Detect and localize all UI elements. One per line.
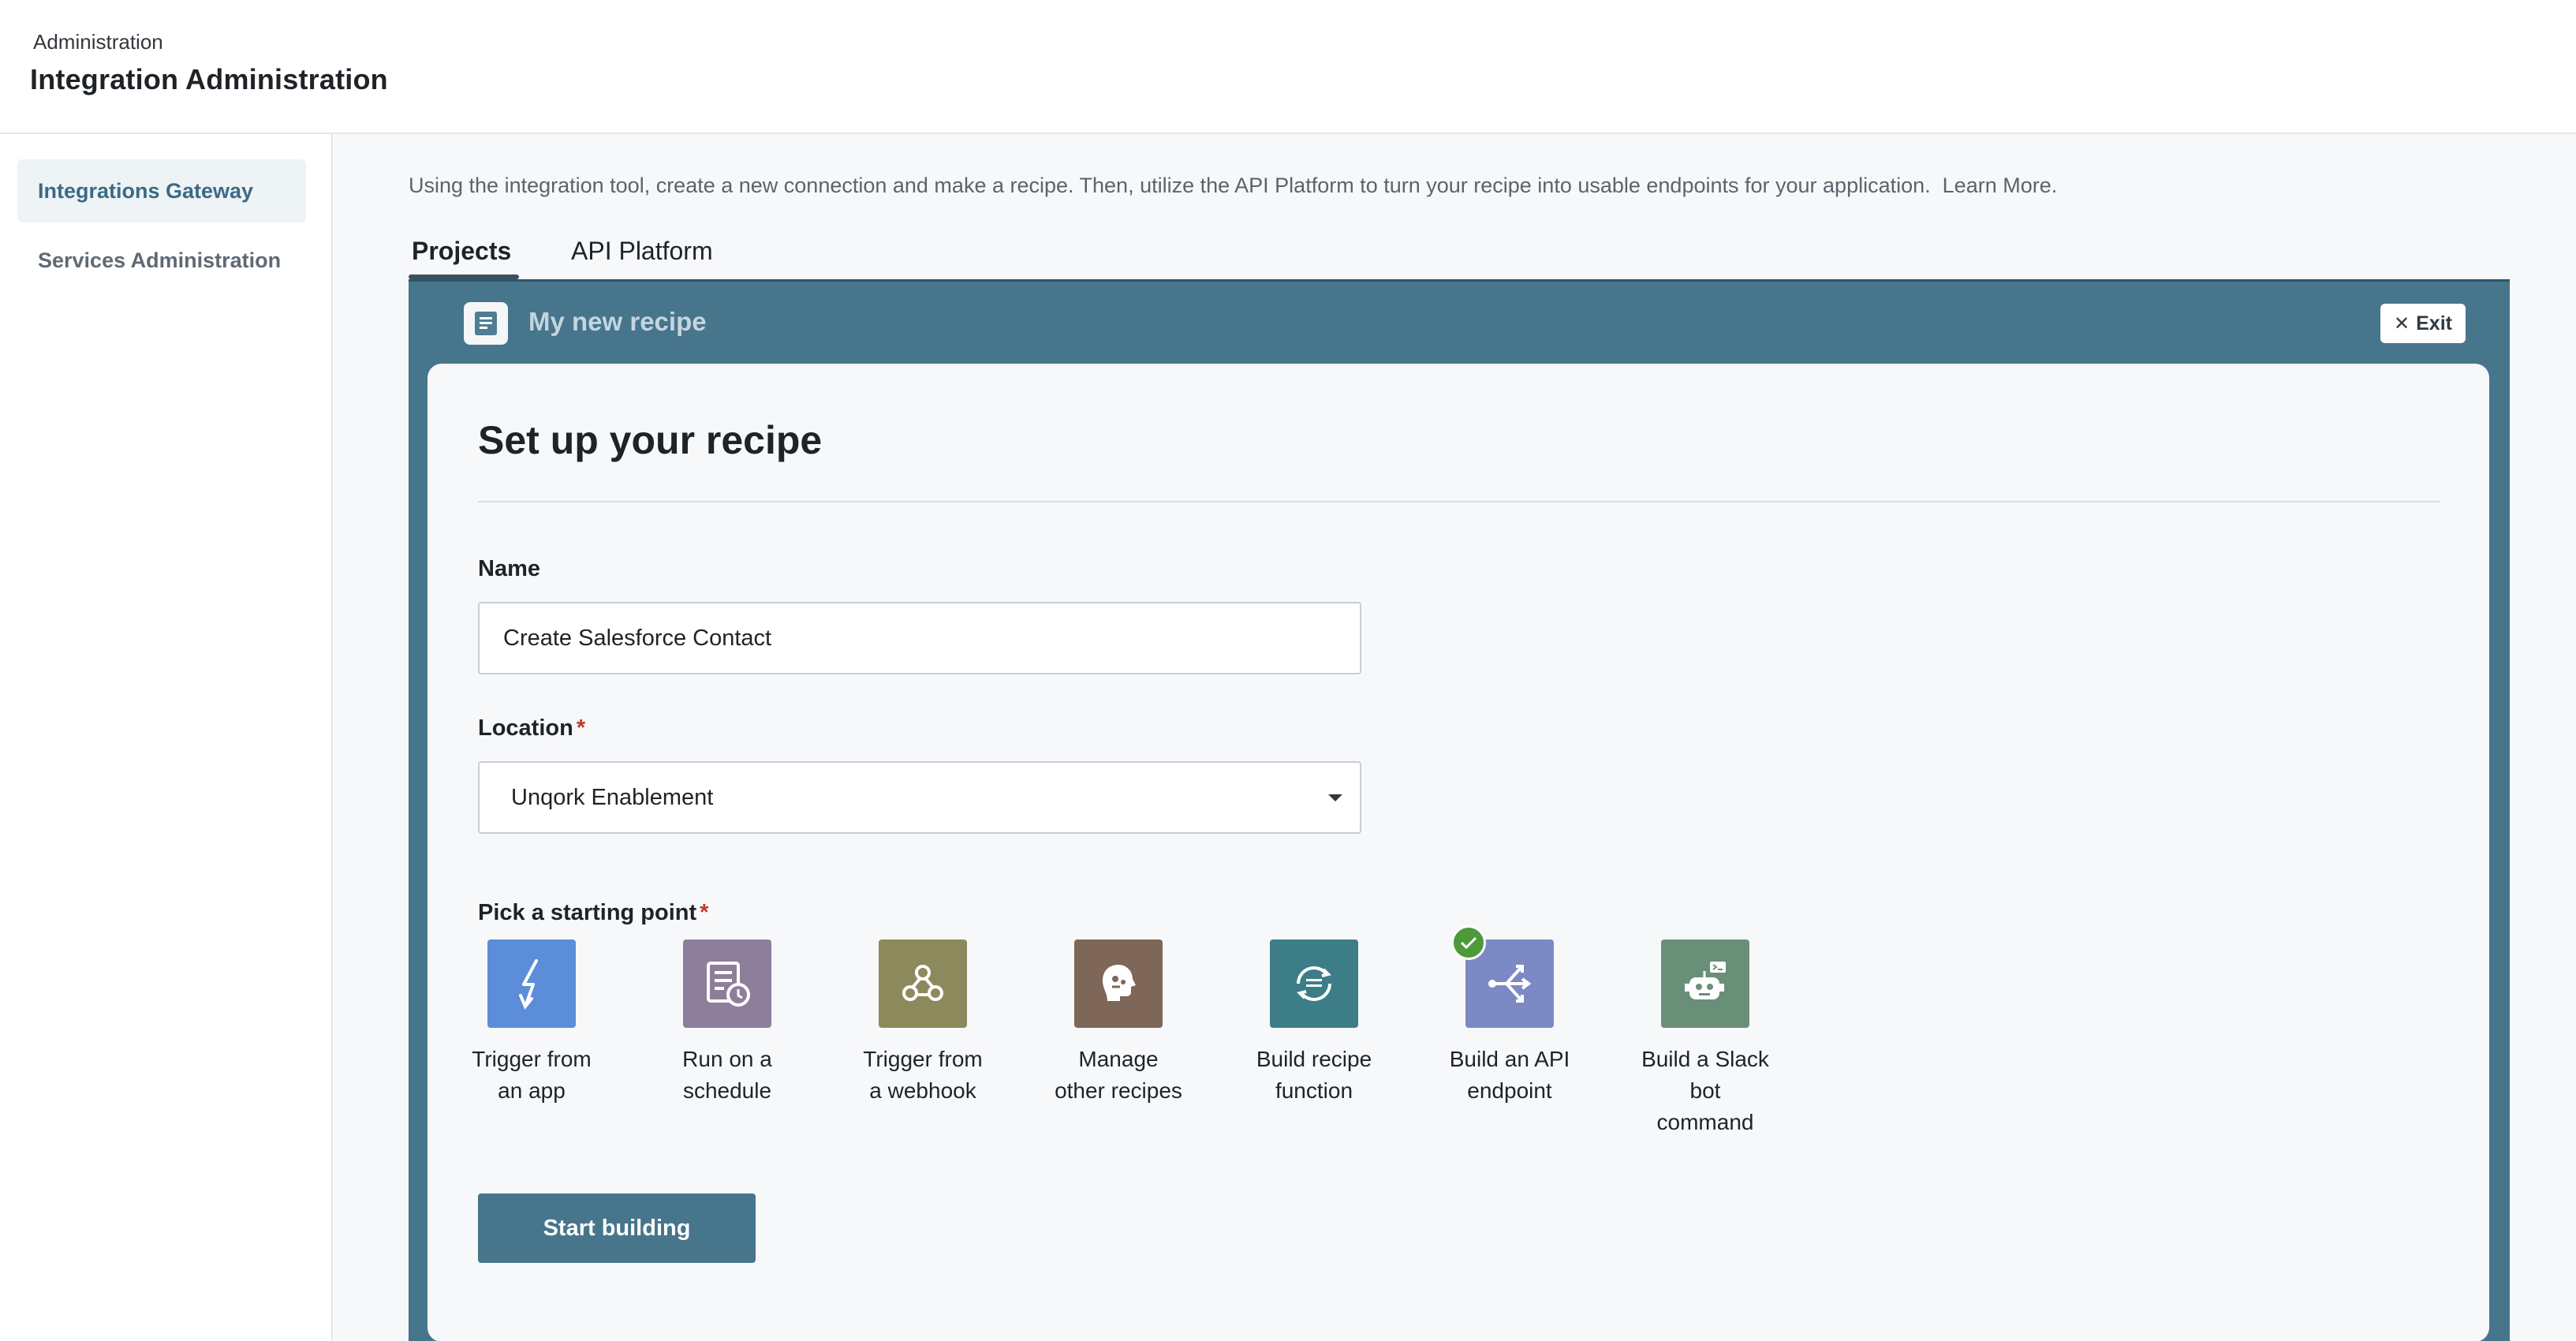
option-label: Build recipe function	[1256, 1047, 1372, 1103]
starting-point-build-recipe-function[interactable]: Build recipe function	[1243, 939, 1385, 1107]
option-label: Run on a schedule	[682, 1047, 772, 1103]
starting-point-trigger-from-webhook[interactable]: Trigger from a webhook	[852, 939, 994, 1107]
divider	[478, 501, 2440, 502]
chevron-down-icon	[1328, 794, 1342, 801]
tab-api-platform[interactable]: API Platform	[571, 237, 713, 266]
exit-button[interactable]: ✕ Exit	[2380, 304, 2466, 343]
recipe-setup-card: Set up your recipe Name Create Salesforc…	[427, 364, 2489, 1341]
option-label: Build an API endpoint	[1449, 1047, 1570, 1103]
location-selected-value: Unqork Enablement	[511, 785, 714, 810]
starting-point-trigger-from-app[interactable]: Trigger from an app	[461, 939, 603, 1107]
starting-point-options: Trigger from an app Run on a schedule Trig…	[472, 925, 1819, 1176]
name-label: Name	[478, 556, 540, 581]
exit-label: Exit	[2416, 312, 2452, 334]
required-marker: *	[576, 715, 586, 741]
lightning-icon	[487, 939, 576, 1028]
starting-point-label-wrap: Pick a starting point *	[478, 900, 708, 926]
function-icon	[1270, 939, 1358, 1028]
page-header: Administration Integration Administratio…	[0, 0, 2576, 134]
breadcrumb[interactable]: Administration	[33, 30, 163, 54]
name-input[interactable]: Create Salesforce Contact	[478, 602, 1361, 674]
option-label: Build a Slack bot command	[1641, 1047, 1769, 1134]
location-label: Location	[478, 715, 573, 741]
start-building-button[interactable]: Start building	[478, 1193, 756, 1263]
starting-point-label: Pick a starting point	[478, 900, 697, 925]
starting-point-build-slack-bot-command[interactable]: Build a Slack bot command	[1634, 939, 1776, 1138]
webhook-icon	[879, 939, 967, 1028]
option-label: Trigger from an app	[472, 1047, 592, 1103]
page-title: Integration Administration	[30, 63, 388, 95]
schedule-icon	[683, 939, 771, 1028]
starting-point-run-on-schedule[interactable]: Run on a schedule	[656, 939, 798, 1107]
recipe-panel: My new recipe ✕ Exit Set up your recipe …	[409, 279, 2510, 1341]
location-select[interactable]: Unqork Enablement	[478, 761, 1361, 834]
document-icon	[464, 302, 508, 345]
intro-text: Using the integration tool, create a new…	[409, 174, 2057, 198]
sidebar-item-integrations-gateway[interactable]: Integrations Gateway	[17, 159, 306, 222]
selected-check-icon	[1451, 925, 1486, 960]
close-icon: ✕	[2394, 312, 2410, 334]
sidebar: Integrations Gateway Services Administra…	[0, 134, 333, 1341]
option-label: Manage other recipes	[1055, 1047, 1182, 1103]
learn-more-link[interactable]: Learn More.	[1943, 174, 2058, 197]
starting-point-build-api-endpoint[interactable]: Build an API endpoint	[1439, 925, 1581, 1107]
main-content: Using the integration tool, create a new…	[334, 134, 2576, 1341]
tab-projects[interactable]: Projects	[412, 237, 511, 266]
location-label-wrap: Location *	[478, 715, 585, 741]
option-label: Trigger from a webhook	[863, 1047, 983, 1103]
intro-description: Using the integration tool, create a new…	[409, 174, 1931, 197]
required-marker: *	[700, 900, 709, 925]
sidebar-item-services-administration[interactable]: Services Administration	[17, 229, 306, 292]
slack-bot-icon	[1661, 939, 1749, 1028]
starting-point-manage-other-recipes[interactable]: Manage other recipes	[1047, 939, 1189, 1107]
api-endpoint-icon	[1451, 925, 1554, 1028]
recipe-name-heading: My new recipe	[528, 307, 707, 336]
card-title: Set up your recipe	[478, 418, 823, 462]
brain-icon	[1074, 939, 1163, 1028]
